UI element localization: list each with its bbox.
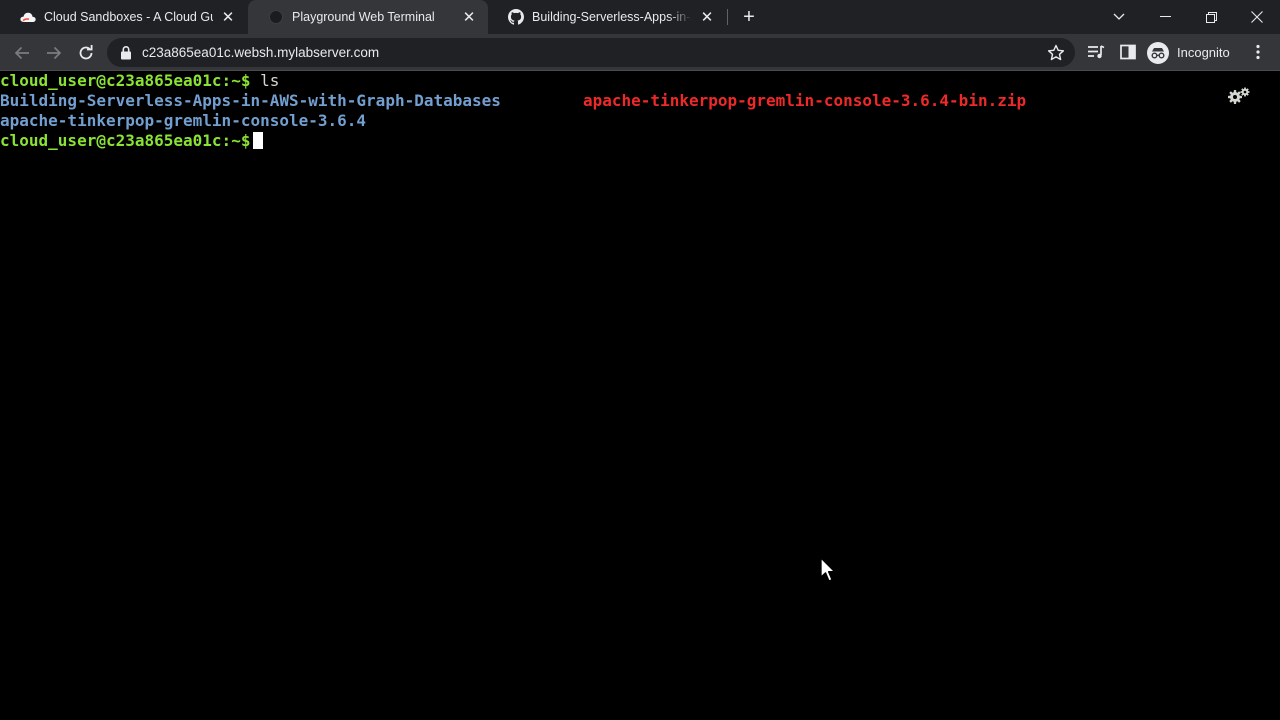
arrow-left-icon: [14, 46, 29, 60]
bookmark-star-icon[interactable]: [1047, 44, 1065, 62]
settings-gear-icon[interactable]: [1227, 87, 1251, 105]
side-panel-icon: [1120, 44, 1136, 60]
new-tab-button[interactable]: +: [737, 5, 761, 29]
kebab-menu-icon: [1256, 44, 1260, 60]
terminal-line-input: cloud_user@c23a865ea01c:~$: [0, 131, 264, 151]
terminal-favicon-icon: [268, 9, 284, 25]
incognito-profile-button[interactable]: Incognito: [1147, 39, 1230, 66]
lock-icon[interactable]: [119, 45, 133, 60]
web-terminal[interactable]: cloud_user@c23a865ea01c:~$ ls Building-S…: [0, 71, 1280, 720]
minimize-button[interactable]: [1142, 0, 1188, 34]
close-icon: [1251, 11, 1263, 23]
close-window-button[interactable]: [1234, 0, 1280, 34]
chevron-down-icon: [1113, 13, 1125, 20]
tab-cloud-sandboxes[interactable]: Cloud Sandboxes - A Cloud Guru ✕: [0, 0, 247, 34]
media-queue-icon: [1088, 45, 1105, 59]
browser-menu-button[interactable]: [1246, 40, 1270, 64]
terminal-line-command: cloud_user@c23a865ea01c:~$ ls: [0, 71, 279, 91]
terminal-line-output-2: apache-tinkerpop-gremlin-console-3.6.4: [0, 111, 366, 131]
reload-button[interactable]: [72, 39, 100, 67]
back-button[interactable]: [8, 39, 36, 67]
shell-prompt: cloud_user@c23a865ea01c:~$: [0, 71, 251, 90]
profile-label: Incognito: [1177, 45, 1230, 60]
tab-title: Playground Web Terminal: [292, 10, 435, 24]
mouse-pointer-icon: [820, 557, 836, 582]
tab-title: Cloud Sandboxes - A Cloud Guru: [44, 10, 213, 24]
address-bar[interactable]: c23a865ea01c.websh.mylabserver.com: [107, 38, 1075, 67]
close-icon[interactable]: ✕: [219, 8, 237, 26]
minimize-icon: [1159, 16, 1171, 17]
command-text: ls: [250, 71, 279, 90]
tab-playground-web-terminal[interactable]: Playground Web Terminal ✕: [248, 0, 488, 34]
tab-strip: Cloud Sandboxes - A Cloud Guru ✕ Playgro…: [0, 0, 1280, 34]
side-panel-button[interactable]: [1116, 40, 1140, 64]
restore-icon: [1205, 11, 1217, 23]
terminal-line-output-1b: apache-tinkerpop-gremlin-console-3.6.4-b…: [583, 91, 1026, 111]
command-ls: ls: [260, 71, 280, 90]
close-icon[interactable]: ✕: [698, 8, 716, 26]
reload-icon: [79, 45, 93, 60]
close-icon[interactable]: ✕: [460, 8, 478, 26]
text-cursor: [253, 132, 264, 149]
directory-entry: Building-Serverless-Apps-in-AWS-with-Gra…: [0, 91, 501, 110]
reading-list-button[interactable]: [1084, 40, 1108, 64]
tab-title: Building-Serverless-Apps-in-AWS: [532, 10, 692, 24]
github-icon: [508, 9, 524, 25]
tab-github-repo[interactable]: Building-Serverless-Apps-in-AWS ✕: [488, 0, 726, 34]
tab-divider: [727, 9, 728, 25]
forward-button[interactable]: [40, 39, 68, 67]
incognito-icon: [1147, 41, 1169, 64]
tab-search-button[interactable]: [1096, 0, 1142, 34]
terminal-line-output-1: Building-Serverless-Apps-in-AWS-with-Gra…: [0, 91, 501, 111]
archive-entry: apache-tinkerpop-gremlin-console-3.6.4-b…: [583, 91, 1027, 110]
directory-entry: apache-tinkerpop-gremlin-console-3.6.4: [0, 111, 367, 130]
shell-prompt: cloud_user@c23a865ea01c:~$: [0, 131, 251, 150]
acloudguru-cloud-icon: [20, 9, 36, 25]
browser-toolbar: c23a865ea01c.websh.mylabserver.com Incog…: [0, 34, 1280, 71]
restore-button[interactable]: [1188, 0, 1234, 34]
arrow-right-icon: [47, 46, 62, 60]
url-text[interactable]: c23a865ea01c.websh.mylabserver.com: [142, 38, 379, 67]
